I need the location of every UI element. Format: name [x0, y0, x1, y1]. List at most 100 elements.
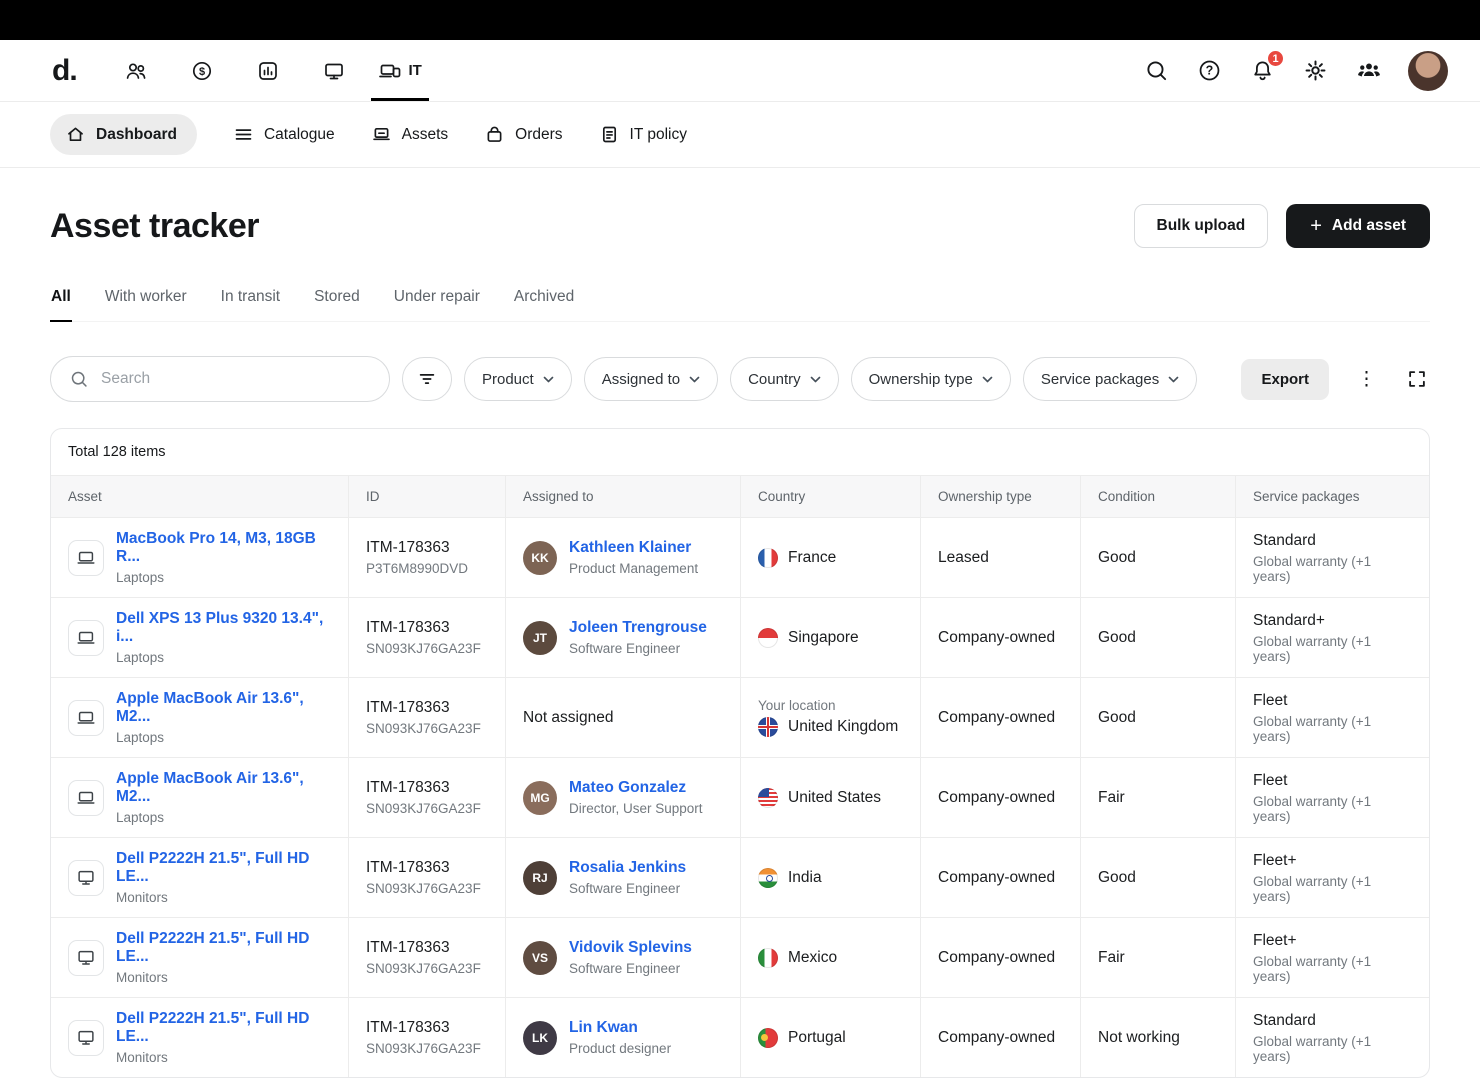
tab-all[interactable]: All — [50, 288, 72, 321]
help-icon[interactable]: ? — [1195, 56, 1224, 85]
condition: Good — [1098, 549, 1136, 567]
primary-nav: $ IT — [103, 40, 433, 101]
asset-serial: SN093KJ76GA23F — [366, 881, 481, 896]
chevron-down-icon — [982, 376, 993, 383]
assignee-name-link[interactable]: Joleen Trengrouse — [569, 619, 707, 637]
nav-it-hub[interactable]: IT — [367, 40, 433, 101]
location-note: Your location — [758, 698, 898, 713]
subnav-item-orders[interactable]: Orders — [484, 124, 562, 145]
assignee-role: Product designer — [569, 1041, 671, 1056]
laptop-icon — [68, 700, 104, 736]
asset-category: Monitors — [116, 1050, 331, 1065]
asset-id: ITM-178363 — [366, 859, 481, 877]
page-title: Asset tracker — [50, 207, 259, 246]
asset-table: Total 128 items AssetIDAssigned toCountr… — [50, 428, 1430, 1078]
subnav-item-catalogue[interactable]: Catalogue — [233, 124, 335, 145]
filter-button[interactable] — [402, 357, 452, 401]
nav-devices-icon[interactable] — [301, 40, 367, 101]
filter-dropdown-assigned-to[interactable]: Assigned to — [584, 357, 718, 401]
flag-united-states-icon — [758, 788, 778, 808]
settings-gear-icon[interactable] — [1301, 56, 1330, 85]
country-name: United Kingdom — [788, 718, 898, 736]
service-package: Fleet — [1253, 772, 1412, 790]
asset-serial: SN093KJ76GA23F — [366, 961, 481, 976]
main-content: Asset tracker Bulk upload + Add asset Al… — [0, 204, 1480, 1078]
subnav-item-assets[interactable]: Assets — [371, 124, 449, 145]
tab-with-worker[interactable]: With worker — [104, 288, 188, 321]
tab-stored[interactable]: Stored — [313, 288, 361, 321]
asset-name-link[interactable]: Dell P2222H 21.5", Full HD LE... — [116, 930, 331, 966]
filter-dropdown-service-packages[interactable]: Service packages — [1023, 357, 1197, 401]
chevron-down-icon — [543, 376, 554, 383]
assignee-role: Director, User Support — [569, 801, 703, 816]
asset-category: Monitors — [116, 970, 331, 985]
table-row: Dell P2222H 21.5", Full HD LE... Monitor… — [51, 838, 1429, 918]
fullscreen-button[interactable] — [1404, 366, 1430, 392]
nav-finance-icon[interactable]: $ — [169, 40, 235, 101]
service-package: Fleet+ — [1253, 852, 1412, 870]
notification-badge: 1 — [1266, 49, 1285, 68]
brand-logo[interactable]: d. — [52, 54, 77, 88]
assignee-stack: Kathleen Klainer Product Management — [569, 539, 698, 576]
filter-dropdown-country[interactable]: Country — [730, 357, 839, 401]
user-avatar[interactable] — [1408, 51, 1448, 91]
asset-name-link[interactable]: Apple MacBook Air 13.6", M2... — [116, 690, 331, 726]
search-icon[interactable] — [1142, 56, 1171, 85]
ownership-type: Company-owned — [938, 709, 1055, 727]
ownership-type: Company-owned — [938, 949, 1055, 967]
filter-dropdown-ownership-type[interactable]: Ownership type — [851, 357, 1011, 401]
assignee-name-link[interactable]: Mateo Gonzalez — [569, 779, 703, 797]
asset-name-link[interactable]: MacBook Pro 14, M3, 18GB R... — [116, 530, 331, 566]
monitor-icon — [68, 1020, 104, 1056]
table-header: AssetIDAssigned toCountryOwnership typeC… — [51, 476, 1429, 518]
bell-icon[interactable]: 1 — [1248, 56, 1277, 85]
service-package: Standard — [1253, 532, 1412, 550]
service-package: Fleet+ — [1253, 932, 1412, 950]
team-icon[interactable] — [1354, 56, 1384, 86]
service-package-note: Global warranty (+1 years) — [1253, 874, 1412, 904]
condition: Good — [1098, 709, 1136, 727]
column-header-condition: Condition — [1081, 476, 1236, 517]
subnav-item-it-policy[interactable]: IT policy — [599, 124, 687, 145]
filter-icon — [416, 368, 438, 390]
assignee-stack: Rosalia Jenkins Software Engineer — [569, 859, 686, 896]
assignee-role: Software Engineer — [569, 881, 686, 896]
asset-id: ITM-178363 — [366, 939, 481, 957]
country-name: Singapore — [788, 629, 859, 647]
nav-people-icon[interactable] — [103, 40, 169, 101]
asset-category: Laptops — [116, 570, 331, 585]
asset-category: Laptops — [116, 810, 331, 825]
asset-name-link[interactable]: Dell P2222H 21.5", Full HD LE... — [116, 850, 331, 886]
assignee-name-link[interactable]: Kathleen Klainer — [569, 539, 698, 557]
tab-in-transit[interactable]: In transit — [220, 288, 281, 321]
asset-serial: P3T6M8990DVD — [366, 561, 468, 576]
assignee-name-link[interactable]: Rosalia Jenkins — [569, 859, 686, 877]
assignee-name-link[interactable]: Lin Kwan — [569, 1019, 671, 1037]
tab-under-repair[interactable]: Under repair — [393, 288, 481, 321]
asset-name-link[interactable]: Apple MacBook Air 13.6", M2... — [116, 770, 331, 806]
plus-icon: + — [1310, 221, 1322, 231]
tab-archived[interactable]: Archived — [513, 288, 575, 321]
asset-name-link[interactable]: Dell XPS 13 Plus 9320 13.4", i... — [116, 610, 331, 646]
more-options-button[interactable]: ⋮ — [1353, 368, 1380, 391]
assets-icon — [371, 124, 392, 145]
chevron-down-icon — [1168, 376, 1179, 383]
filter-dropdown-product[interactable]: Product — [464, 357, 572, 401]
table-row: Dell P2222H 21.5", Full HD LE... Monitor… — [51, 918, 1429, 998]
add-asset-button[interactable]: + Add asset — [1286, 204, 1430, 248]
asset-name-link[interactable]: Dell P2222H 21.5", Full HD LE... — [116, 1010, 331, 1046]
assignee-avatar: RJ — [523, 861, 557, 895]
table-body: MacBook Pro 14, M3, 18GB R... Laptops IT… — [51, 518, 1429, 1077]
flag-mexico-icon — [758, 948, 778, 968]
assignee-name-link[interactable]: Vidovik Splevins — [569, 939, 692, 957]
service-package-note: Global warranty (+1 years) — [1253, 634, 1412, 664]
export-button[interactable]: Export — [1241, 359, 1329, 400]
nav-analytics-icon[interactable] — [235, 40, 301, 101]
bulk-upload-button[interactable]: Bulk upload — [1134, 204, 1269, 248]
condition: Good — [1098, 629, 1136, 647]
assignee-avatar: KK — [523, 541, 557, 575]
subnav-item-dashboard[interactable]: Dashboard — [50, 114, 197, 155]
search-input[interactable] — [99, 369, 371, 389]
document-icon — [599, 124, 620, 145]
ownership-type: Company-owned — [938, 789, 1055, 807]
